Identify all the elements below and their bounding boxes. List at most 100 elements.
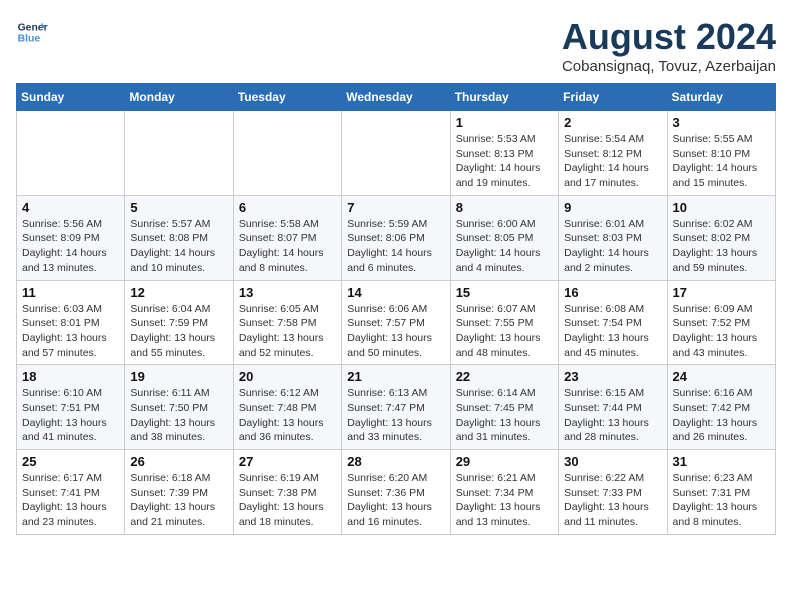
- calendar-cell: 3 Sunrise: 5:55 AMSunset: 8:10 PMDaylight…: [667, 111, 775, 196]
- day-number: 22: [456, 369, 553, 384]
- calendar-week-1: 1 Sunrise: 5:53 AMSunset: 8:13 PMDaylight…: [17, 111, 776, 196]
- day-info: Sunrise: 5:55 AMSunset: 8:10 PMDaylight:…: [673, 132, 770, 191]
- day-number: 27: [239, 454, 336, 469]
- day-number: 24: [673, 369, 770, 384]
- day-number: 7: [347, 200, 444, 215]
- day-info: Sunrise: 5:59 AMSunset: 8:06 PMDaylight:…: [347, 217, 444, 276]
- calendar-cell: 16 Sunrise: 6:08 AMSunset: 7:54 PMDayligh…: [559, 280, 667, 365]
- day-number: 8: [456, 200, 553, 215]
- title-block: August 2024 Cobansignaq, Tovuz, Azerbaij…: [562, 16, 776, 75]
- day-number: 5: [130, 200, 227, 215]
- day-number: 17: [673, 285, 770, 300]
- day-info: Sunrise: 5:58 AMSunset: 8:07 PMDaylight:…: [239, 217, 336, 276]
- day-number: 14: [347, 285, 444, 300]
- day-header-saturday: Saturday: [667, 84, 775, 111]
- calendar-week-5: 25 Sunrise: 6:17 AMSunset: 7:41 PMDayligh…: [17, 450, 776, 535]
- day-header-friday: Friday: [559, 84, 667, 111]
- logo-icon: General Blue: [16, 16, 48, 48]
- day-info: Sunrise: 6:13 AMSunset: 7:47 PMDaylight:…: [347, 386, 444, 445]
- day-number: 15: [456, 285, 553, 300]
- day-info: Sunrise: 6:19 AMSunset: 7:38 PMDaylight:…: [239, 471, 336, 530]
- day-number: 12: [130, 285, 227, 300]
- calendar-cell: 26Sunrise: 6:18 AMSunset: 7:39 PMDayligh…: [125, 450, 233, 535]
- day-number: 23: [564, 369, 661, 384]
- day-number: 21: [347, 369, 444, 384]
- day-info: Sunrise: 5:56 AMSunset: 8:09 PMDaylight:…: [22, 217, 119, 276]
- calendar-week-2: 4 Sunrise: 5:56 AMSunset: 8:09 PMDaylight…: [17, 195, 776, 280]
- calendar-cell: 12 Sunrise: 6:04 AMSunset: 7:59 PMDayligh…: [125, 280, 233, 365]
- day-number: 28: [347, 454, 444, 469]
- day-header-monday: Monday: [125, 84, 233, 111]
- calendar-cell: 29 Sunrise: 6:21 AMSunset: 7:34 PMDayligh…: [450, 450, 558, 535]
- calendar-cell: 4 Sunrise: 5:56 AMSunset: 8:09 PMDaylight…: [17, 195, 125, 280]
- calendar-cell: 15 Sunrise: 6:07 AMSunset: 7:55 PMDayligh…: [450, 280, 558, 365]
- day-info: Sunrise: 6:08 AMSunset: 7:54 PMDaylight:…: [564, 302, 661, 361]
- page-header: General Blue August 2024 Cobansignaq, To…: [16, 16, 776, 75]
- day-info: Sunrise: 6:07 AMSunset: 7:55 PMDaylight:…: [456, 302, 553, 361]
- day-info: Sunrise: 6:17 AMSunset: 7:41 PMDaylight:…: [22, 471, 119, 530]
- day-number: 20: [239, 369, 336, 384]
- calendar-cell: [17, 111, 125, 196]
- calendar-cell: 20Sunrise: 6:12 AMSunset: 7:48 PMDayligh…: [233, 365, 341, 450]
- day-header-tuesday: Tuesday: [233, 84, 341, 111]
- day-header-sunday: Sunday: [17, 84, 125, 111]
- day-number: 1: [456, 115, 553, 130]
- day-info: Sunrise: 6:05 AMSunset: 7:58 PMDaylight:…: [239, 302, 336, 361]
- day-info: Sunrise: 5:54 AMSunset: 8:12 PMDaylight:…: [564, 132, 661, 191]
- calendar-cell: 21 Sunrise: 6:13 AMSunset: 7:47 PMDayligh…: [342, 365, 450, 450]
- day-number: 4: [22, 200, 119, 215]
- calendar-cell: [233, 111, 341, 196]
- day-info: Sunrise: 5:57 AMSunset: 8:08 PMDaylight:…: [130, 217, 227, 276]
- calendar-cell: 10 Sunrise: 6:02 AMSunset: 8:02 PMDayligh…: [667, 195, 775, 280]
- logo: General Blue: [16, 16, 48, 48]
- day-info: Sunrise: 6:06 AMSunset: 7:57 PMDaylight:…: [347, 302, 444, 361]
- day-info: Sunrise: 6:21 AMSunset: 7:34 PMDaylight:…: [456, 471, 553, 530]
- month-title: August 2024: [562, 16, 776, 58]
- calendar-cell: [125, 111, 233, 196]
- calendar-cell: 28Sunrise: 6:20 AMSunset: 7:36 PMDayligh…: [342, 450, 450, 535]
- calendar-cell: 9Sunrise: 6:01 AMSunset: 8:03 PMDaylight…: [559, 195, 667, 280]
- day-info: Sunrise: 6:22 AMSunset: 7:33 PMDaylight:…: [564, 471, 661, 530]
- day-info: Sunrise: 6:03 AMSunset: 8:01 PMDaylight:…: [22, 302, 119, 361]
- day-info: Sunrise: 6:04 AMSunset: 7:59 PMDaylight:…: [130, 302, 227, 361]
- day-number: 26: [130, 454, 227, 469]
- day-number: 16: [564, 285, 661, 300]
- day-info: Sunrise: 6:09 AMSunset: 7:52 PMDaylight:…: [673, 302, 770, 361]
- day-number: 18: [22, 369, 119, 384]
- svg-text:Blue: Blue: [18, 34, 41, 45]
- calendar-cell: 11 Sunrise: 6:03 AMSunset: 8:01 PMDayligh…: [17, 280, 125, 365]
- calendar-cell: 27 Sunrise: 6:19 AMSunset: 7:38 PMDayligh…: [233, 450, 341, 535]
- day-number: 30: [564, 454, 661, 469]
- calendar-cell: 25 Sunrise: 6:17 AMSunset: 7:41 PMDayligh…: [17, 450, 125, 535]
- calendar-cell: 22Sunrise: 6:14 AMSunset: 7:45 PMDayligh…: [450, 365, 558, 450]
- calendar-cell: 24 Sunrise: 6:16 AMSunset: 7:42 PMDayligh…: [667, 365, 775, 450]
- day-header-wednesday: Wednesday: [342, 84, 450, 111]
- day-info: Sunrise: 6:11 AMSunset: 7:50 PMDaylight:…: [130, 386, 227, 445]
- day-number: 3: [673, 115, 770, 130]
- day-number: 10: [673, 200, 770, 215]
- day-info: Sunrise: 6:01 AMSunset: 8:03 PMDaylight:…: [564, 217, 661, 276]
- day-info: Sunrise: 6:00 AMSunset: 8:05 PMDaylight:…: [456, 217, 553, 276]
- calendar-cell: 8 Sunrise: 6:00 AMSunset: 8:05 PMDaylight…: [450, 195, 558, 280]
- calendar-table: SundayMondayTuesdayWednesdayThursdayFrid…: [16, 83, 776, 535]
- svg-text:General: General: [18, 22, 48, 33]
- day-number: 25: [22, 454, 119, 469]
- day-info: Sunrise: 6:02 AMSunset: 8:02 PMDaylight:…: [673, 217, 770, 276]
- calendar-cell: 17 Sunrise: 6:09 AMSunset: 7:52 PMDayligh…: [667, 280, 775, 365]
- calendar-cell: [342, 111, 450, 196]
- calendar-week-3: 11 Sunrise: 6:03 AMSunset: 8:01 PMDayligh…: [17, 280, 776, 365]
- day-info: Sunrise: 6:16 AMSunset: 7:42 PMDaylight:…: [673, 386, 770, 445]
- day-info: Sunrise: 5:53 AMSunset: 8:13 PMDaylight:…: [456, 132, 553, 191]
- calendar-cell: 6Sunrise: 5:58 AMSunset: 8:07 PMDaylight…: [233, 195, 341, 280]
- calendar-cell: 23 Sunrise: 6:15 AMSunset: 7:44 PMDayligh…: [559, 365, 667, 450]
- calendar-cell: 2 Sunrise: 5:54 AMSunset: 8:12 PMDaylight…: [559, 111, 667, 196]
- calendar-week-4: 18Sunrise: 6:10 AMSunset: 7:51 PMDayligh…: [17, 365, 776, 450]
- calendar-cell: 5 Sunrise: 5:57 AMSunset: 8:08 PMDaylight…: [125, 195, 233, 280]
- day-number: 29: [456, 454, 553, 469]
- calendar-cell: 18Sunrise: 6:10 AMSunset: 7:51 PMDayligh…: [17, 365, 125, 450]
- day-number: 2: [564, 115, 661, 130]
- calendar-cell: 19Sunrise: 6:11 AMSunset: 7:50 PMDayligh…: [125, 365, 233, 450]
- day-info: Sunrise: 6:15 AMSunset: 7:44 PMDaylight:…: [564, 386, 661, 445]
- calendar-cell: 30 Sunrise: 6:22 AMSunset: 7:33 PMDayligh…: [559, 450, 667, 535]
- day-number: 11: [22, 285, 119, 300]
